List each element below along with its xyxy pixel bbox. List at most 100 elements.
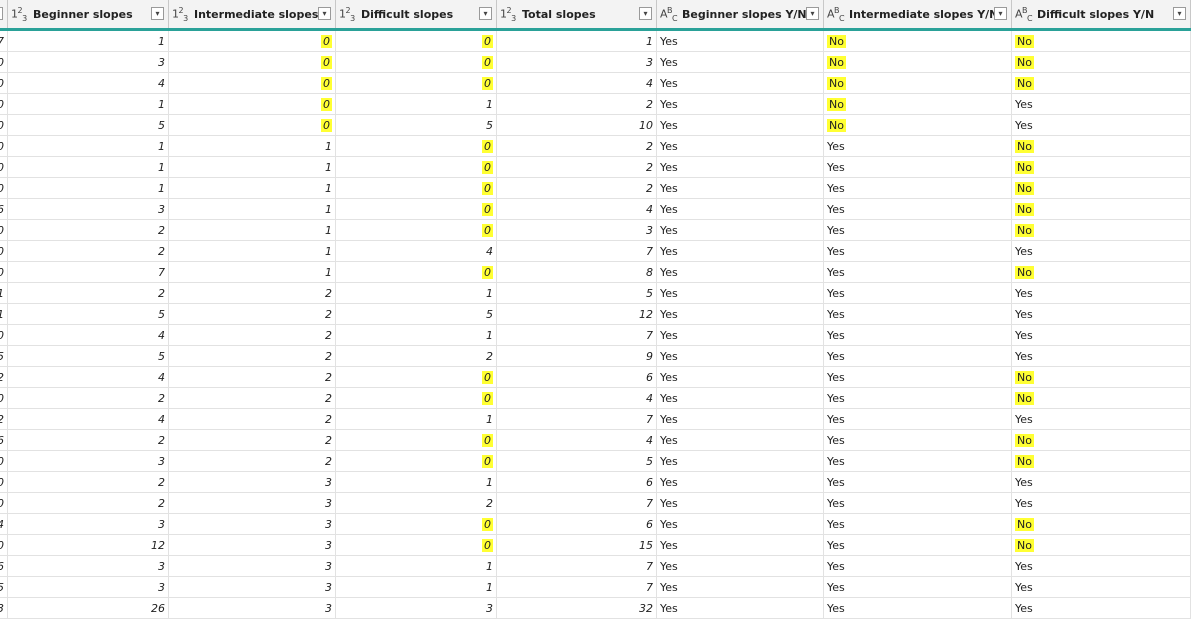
column-header-6[interactable]: ABC Intermediate slopes Y/N ▾	[824, 0, 1012, 28]
table-cell[interactable]: Yes	[1012, 577, 1191, 598]
table-cell[interactable]: Yes	[657, 577, 824, 598]
table-cell[interactable]: 2	[497, 178, 657, 199]
table-cell[interactable]: No	[824, 115, 1012, 136]
table-cell[interactable]: Yes	[1012, 346, 1191, 367]
table-cell[interactable]: 3	[8, 514, 169, 535]
table-cell[interactable]: 0	[0, 220, 8, 241]
table-cell[interactable]: 5	[8, 115, 169, 136]
table-cell[interactable]: 0	[169, 52, 336, 73]
table-cell[interactable]: Yes	[824, 493, 1012, 514]
table-cell[interactable]: 2	[169, 304, 336, 325]
table-cell[interactable]: Yes	[657, 535, 824, 556]
table-cell[interactable]: 4	[8, 367, 169, 388]
table-cell[interactable]: 3	[169, 577, 336, 598]
table-cell[interactable]: No	[824, 94, 1012, 115]
table-cell[interactable]: 2	[169, 409, 336, 430]
table-cell[interactable]: 3	[497, 52, 657, 73]
table-row[interactable]: 0 2 1 0 3 Yes Yes No	[0, 220, 1191, 241]
table-row[interactable]: 0 1 0 1 2 Yes No Yes	[0, 94, 1191, 115]
table-cell[interactable]: Yes	[1012, 556, 1191, 577]
table-cell[interactable]: 1	[0, 304, 8, 325]
table-cell[interactable]: Yes	[657, 157, 824, 178]
table-cell[interactable]: Yes	[824, 514, 1012, 535]
table-cell[interactable]: 2	[8, 472, 169, 493]
table-cell[interactable]: 1	[336, 409, 497, 430]
table-cell[interactable]: Yes	[824, 346, 1012, 367]
table-cell[interactable]: 26	[8, 598, 169, 619]
table-cell[interactable]: 2	[169, 388, 336, 409]
table-cell[interactable]: Yes	[1012, 472, 1191, 493]
table-cell[interactable]: Yes	[824, 451, 1012, 472]
table-row[interactable]: 6 3 1 0 4 Yes Yes No	[0, 199, 1191, 220]
table-cell[interactable]: 0	[336, 514, 497, 535]
table-cell[interactable]: 5	[0, 577, 8, 598]
dropdown-filter-icon[interactable]: ▾	[318, 7, 331, 20]
table-cell[interactable]: 9	[497, 346, 657, 367]
table-cell[interactable]: Yes	[1012, 115, 1191, 136]
table-cell[interactable]: 0	[169, 73, 336, 94]
table-cell[interactable]: 2	[8, 430, 169, 451]
table-cell[interactable]: 1	[336, 94, 497, 115]
table-cell[interactable]: Yes	[824, 430, 1012, 451]
table-cell[interactable]: 0	[336, 262, 497, 283]
dropdown-filter-icon[interactable]: ▾	[151, 7, 164, 20]
table-cell[interactable]: 4	[497, 73, 657, 94]
dropdown-filter-icon[interactable]: ▾	[479, 7, 492, 20]
table-cell[interactable]: 3	[497, 220, 657, 241]
table-cell[interactable]: 2	[8, 493, 169, 514]
table-cell[interactable]: 7	[497, 325, 657, 346]
table-cell[interactable]: 4	[8, 409, 169, 430]
table-cell[interactable]: 6	[0, 430, 8, 451]
table-cell[interactable]: 0	[336, 367, 497, 388]
table-cell[interactable]: 3	[169, 514, 336, 535]
table-cell[interactable]: 0	[336, 535, 497, 556]
table-cell[interactable]: 3	[169, 493, 336, 514]
table-row[interactable]: 2 4 2 0 6 Yes Yes No	[0, 367, 1191, 388]
text-type-icon[interactable]: ABC	[827, 6, 845, 23]
table-cell[interactable]: 3	[169, 598, 336, 619]
table-cell[interactable]: Yes	[824, 556, 1012, 577]
table-cell[interactable]: No	[824, 31, 1012, 52]
column-header-4[interactable]: 123 Total slopes ▾	[497, 0, 657, 28]
table-cell[interactable]: 1	[8, 157, 169, 178]
table-cell[interactable]: Yes	[657, 598, 824, 619]
table-cell[interactable]: 0	[0, 241, 8, 262]
table-cell[interactable]: 0	[336, 136, 497, 157]
table-cell[interactable]: Yes	[657, 409, 824, 430]
table-cell[interactable]: 2	[0, 367, 8, 388]
table-cell[interactable]: 1	[336, 325, 497, 346]
table-cell[interactable]: 6	[0, 199, 8, 220]
table-cell[interactable]: No	[824, 73, 1012, 94]
table-row[interactable]: 0 3 0 0 3 Yes No No	[0, 52, 1191, 73]
table-cell[interactable]: Yes	[824, 283, 1012, 304]
table-cell[interactable]: 1	[497, 31, 657, 52]
table-cell[interactable]: Yes	[657, 220, 824, 241]
table-cell[interactable]: Yes	[657, 115, 824, 136]
table-cell[interactable]: 2	[336, 346, 497, 367]
table-cell[interactable]: 0	[169, 94, 336, 115]
table-cell[interactable]: 1	[169, 199, 336, 220]
table-cell[interactable]: Yes	[824, 262, 1012, 283]
table-cell[interactable]: 0	[0, 94, 8, 115]
table-cell[interactable]: No	[1012, 178, 1191, 199]
table-cell[interactable]: 4	[0, 514, 8, 535]
table-cell[interactable]: No	[1012, 535, 1191, 556]
table-row[interactable]: 0 4 0 0 4 Yes No No	[0, 73, 1191, 94]
table-cell[interactable]: 3	[0, 598, 8, 619]
table-row[interactable]: 5 5 2 2 9 Yes Yes Yes	[0, 346, 1191, 367]
table-cell[interactable]: 6	[497, 472, 657, 493]
table-cell[interactable]: Yes	[824, 178, 1012, 199]
table-cell[interactable]: 0	[0, 115, 8, 136]
table-row[interactable]: 0 2 3 1 6 Yes Yes Yes	[0, 472, 1191, 493]
table-cell[interactable]: 0	[336, 157, 497, 178]
table-cell[interactable]: 2	[8, 241, 169, 262]
table-cell[interactable]: Yes	[824, 199, 1012, 220]
table-cell[interactable]: 1	[8, 31, 169, 52]
table-cell[interactable]: 3	[8, 52, 169, 73]
table-cell[interactable]: Yes	[657, 241, 824, 262]
table-cell[interactable]: 0	[0, 388, 8, 409]
table-cell[interactable]: 12	[497, 304, 657, 325]
table-cell[interactable]: 0	[0, 535, 8, 556]
table-cell[interactable]: 5	[8, 346, 169, 367]
table-cell[interactable]: 15	[497, 535, 657, 556]
